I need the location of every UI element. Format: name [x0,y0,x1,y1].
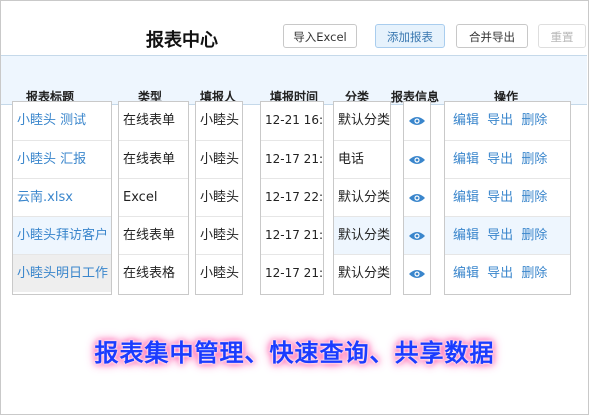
view-info-button[interactable] [404,102,430,139]
reporter-name: 小睦头 [196,216,242,254]
report-type: 在线表格 [119,254,188,292]
report-title-link[interactable]: 小睦头拜访客户 [13,216,111,254]
import-excel-button[interactable]: 导入Excel [283,24,357,48]
view-info-button[interactable] [404,254,430,292]
delete-link[interactable]: 删除 [521,266,547,281]
eye-icon [409,116,425,125]
report-time: 12-21 16:14 [265,113,323,127]
row-actions: 编辑 导出 删除 [445,216,570,254]
edit-link[interactable]: 编辑 [453,228,479,243]
report-time: 12-17 21:57 [261,216,323,254]
edit-link[interactable]: 编辑 [453,266,479,281]
view-info-button[interactable] [404,178,430,216]
delete-link[interactable]: 删除 [521,190,547,205]
delete-link[interactable]: 删除 [521,113,547,128]
export-link[interactable]: 导出 [487,152,513,167]
eye-icon [409,231,425,240]
category-column: 默认分类 电话 默认分类 默认分类 默认分类 [333,101,391,295]
reporter-name: 小睦头 [200,113,240,128]
report-time: 12-17 21:30 [261,254,323,292]
eye-icon [409,269,425,278]
eye-icon [409,193,425,202]
report-title-link[interactable]: 小睦头 测试 [13,102,111,139]
report-time: 12-17 21:37 [261,140,323,178]
title-column: 小睦头 测试 小睦头 汇报 云南.xlsx 小睦头拜访客户 小睦头明日工作 [12,101,112,295]
add-report-button[interactable]: 添加报表 [375,24,445,48]
delete-link[interactable]: 删除 [521,228,547,243]
report-title-link[interactable]: 小睦头 汇报 [13,140,111,178]
report-category: 默认分类 [334,254,390,292]
report-title-link[interactable]: 云南.xlsx [13,178,111,216]
export-link[interactable]: 导出 [487,190,513,205]
edit-link[interactable]: 编辑 [453,190,479,205]
reporter-name: 小睦头 [196,178,242,216]
row-actions: 编辑 导出 删除 [445,254,570,292]
reporter-name: 小睦头 [196,140,242,178]
view-info-button[interactable] [404,216,430,254]
time-column: 12-21 16:14 12-17 21:37 12-17 22:18 12-1… [260,101,324,295]
report-title-link[interactable]: 小睦头明日工作 [13,254,111,292]
report-category: 默认分类 [338,113,390,128]
export-link[interactable]: 导出 [487,113,513,128]
report-type: 在线表单 [119,140,188,178]
row-actions: 编辑 导出 删除 [445,140,570,178]
row-actions: 编辑 导出 删除 [445,178,570,216]
report-category: 电话 [334,140,390,178]
type-column: 在线表单 在线表单 Excel 在线表单 在线表格 [118,101,189,295]
reporter-column: 小睦头 小睦头 小睦头 小睦头 小睦头 [195,101,243,295]
report-category: 默认分类 [334,178,390,216]
report-type: 在线表单 [123,113,176,128]
report-time: 12-17 22:18 [261,178,323,216]
view-info-button[interactable] [404,140,430,178]
edit-link[interactable]: 编辑 [453,152,479,167]
info-column [403,101,431,295]
page-title: 报表中心 [146,30,218,51]
report-type: Excel [119,178,188,216]
reporter-name: 小睦头 [196,254,242,292]
merge-export-button[interactable]: 合并导出 [456,24,528,48]
report-type: 在线表单 [119,216,188,254]
report-category: 默认分类 [334,216,390,254]
export-link[interactable]: 导出 [487,228,513,243]
actions-column: 编辑 导出 删除 编辑 导出 删除 编辑 导出 删除 编辑 导出 删除 编辑 导… [444,101,571,295]
row-actions: 编辑 导出 删除 [445,102,570,139]
export-link[interactable]: 导出 [487,266,513,281]
reset-button[interactable]: 重置 [538,24,586,48]
delete-link[interactable]: 删除 [521,152,547,167]
edit-link[interactable]: 编辑 [453,113,479,128]
promo-slogan: 报表集中管理、快速查询、共享数据 [94,339,495,367]
eye-icon [409,155,425,164]
